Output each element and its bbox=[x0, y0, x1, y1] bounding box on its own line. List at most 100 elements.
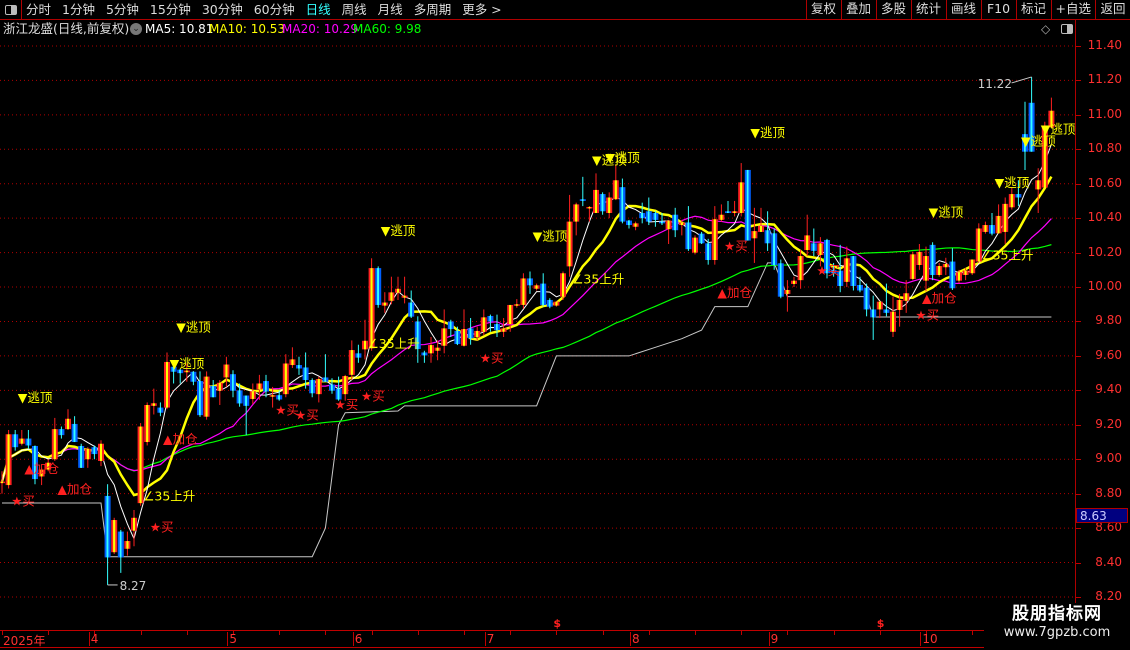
candle[interactable] bbox=[104, 484, 111, 585]
candle[interactable] bbox=[1035, 168, 1042, 213]
candle[interactable] bbox=[348, 340, 355, 381]
candle[interactable] bbox=[124, 531, 131, 556]
candle[interactable] bbox=[527, 271, 533, 294]
candle[interactable] bbox=[494, 314, 500, 337]
candle[interactable] bbox=[480, 309, 487, 336]
candle[interactable] bbox=[936, 262, 943, 277]
candle[interactable] bbox=[777, 259, 784, 299]
candle[interactable] bbox=[216, 380, 223, 405]
candle[interactable] bbox=[78, 443, 85, 468]
candle[interactable] bbox=[98, 440, 104, 467]
candle[interactable] bbox=[890, 296, 896, 337]
candle[interactable] bbox=[500, 318, 507, 337]
candle[interactable] bbox=[111, 517, 118, 554]
candle[interactable] bbox=[863, 283, 870, 317]
candle[interactable] bbox=[553, 300, 560, 307]
candle[interactable] bbox=[117, 529, 124, 573]
candle[interactable] bbox=[256, 374, 263, 400]
candle[interactable] bbox=[645, 197, 652, 226]
candle[interactable] bbox=[388, 276, 395, 305]
toolbar-button[interactable]: 返回 bbox=[1095, 0, 1130, 19]
candle[interactable] bbox=[5, 429, 12, 489]
candle[interactable] bbox=[540, 273, 547, 307]
candle[interactable] bbox=[230, 370, 236, 398]
candle[interactable] bbox=[665, 219, 672, 244]
candle[interactable] bbox=[784, 280, 791, 312]
candle[interactable] bbox=[65, 409, 71, 430]
candle[interactable] bbox=[738, 163, 745, 217]
candle[interactable] bbox=[71, 416, 78, 443]
candle[interactable] bbox=[995, 204, 1002, 234]
candle[interactable] bbox=[573, 202, 580, 236]
candle[interactable] bbox=[1008, 187, 1015, 210]
candle[interactable] bbox=[632, 221, 639, 231]
candle[interactable] bbox=[263, 374, 269, 398]
candle[interactable] bbox=[698, 231, 705, 244]
candle[interactable] bbox=[533, 283, 540, 291]
candle[interactable] bbox=[929, 242, 936, 281]
candle[interactable] bbox=[672, 207, 679, 238]
candle[interactable] bbox=[593, 173, 599, 213]
candle[interactable] bbox=[942, 257, 949, 275]
candle[interactable] bbox=[909, 251, 916, 281]
candle[interactable] bbox=[131, 510, 137, 547]
candle[interactable] bbox=[652, 211, 659, 227]
candle[interactable] bbox=[744, 169, 751, 241]
candle[interactable] bbox=[520, 273, 527, 309]
candle[interactable] bbox=[25, 429, 32, 449]
candle[interactable] bbox=[12, 429, 19, 451]
candle[interactable] bbox=[731, 200, 738, 217]
candle[interactable] bbox=[771, 228, 778, 270]
candle[interactable] bbox=[797, 250, 804, 289]
candle[interactable] bbox=[210, 380, 217, 398]
candle[interactable] bbox=[375, 266, 382, 308]
candle[interactable] bbox=[566, 194, 573, 277]
candle[interactable] bbox=[619, 178, 626, 224]
candle[interactable] bbox=[91, 445, 98, 460]
candle[interactable] bbox=[969, 259, 976, 275]
candle[interactable] bbox=[982, 221, 989, 234]
candle[interactable] bbox=[355, 344, 362, 363]
candle[interactable] bbox=[546, 298, 553, 309]
candle[interactable] bbox=[447, 319, 454, 337]
candle[interactable] bbox=[296, 356, 302, 375]
candle[interactable] bbox=[857, 276, 863, 293]
candlestick-chart[interactable]: ▼逃顶▼逃顶▼逃顶▼逃顶 ▼逃顶▼逃顶▼逃顶▼逃顶▼逃顶▼逃顶▼逃顶▼逃顶★买★买… bbox=[0, 0, 1075, 630]
candle[interactable] bbox=[408, 290, 415, 319]
candle[interactable] bbox=[203, 371, 210, 420]
candle[interactable] bbox=[190, 371, 197, 386]
candle[interactable] bbox=[395, 276, 401, 300]
candle[interactable] bbox=[18, 429, 25, 446]
candle[interactable] bbox=[315, 376, 322, 403]
candle[interactable] bbox=[401, 276, 408, 304]
candle[interactable] bbox=[639, 202, 646, 224]
candle[interactable] bbox=[513, 299, 520, 308]
candle[interactable] bbox=[1002, 197, 1009, 244]
candle[interactable] bbox=[612, 164, 619, 201]
candle[interactable] bbox=[725, 200, 731, 213]
candle[interactable] bbox=[711, 206, 718, 265]
candle[interactable] bbox=[177, 368, 184, 384]
candle[interactable] bbox=[626, 219, 632, 229]
candle[interactable] bbox=[309, 378, 316, 398]
candle[interactable] bbox=[560, 271, 566, 300]
candle[interactable] bbox=[441, 309, 448, 354]
candle[interactable] bbox=[764, 211, 771, 251]
candle[interactable] bbox=[579, 176, 586, 207]
candle[interactable] bbox=[876, 300, 883, 319]
candle[interactable] bbox=[692, 235, 698, 255]
candle[interactable] bbox=[850, 256, 857, 291]
candle[interactable] bbox=[289, 347, 296, 368]
candle[interactable] bbox=[989, 212, 995, 236]
candle[interactable] bbox=[157, 402, 164, 417]
candle[interactable] bbox=[916, 243, 923, 270]
candle[interactable] bbox=[461, 309, 467, 347]
candle[interactable] bbox=[791, 276, 797, 288]
candle[interactable] bbox=[421, 350, 428, 363]
candle[interactable] bbox=[804, 214, 811, 257]
candle[interactable] bbox=[150, 388, 157, 415]
candle[interactable] bbox=[58, 426, 65, 439]
candle[interactable] bbox=[903, 280, 910, 313]
candle[interactable] bbox=[923, 246, 929, 292]
candle[interactable] bbox=[718, 204, 725, 222]
